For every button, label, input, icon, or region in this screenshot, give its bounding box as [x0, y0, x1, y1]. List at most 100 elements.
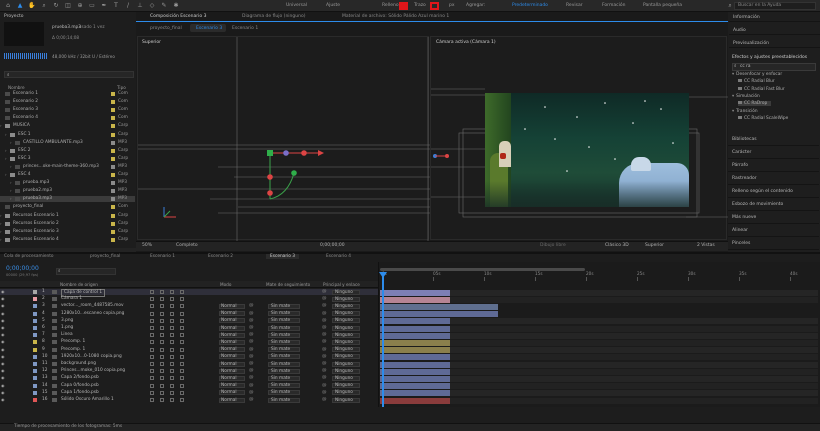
layer-duration-bar[interactable]: [380, 390, 450, 397]
project-item[interactable]: proyecto_final Com: [0, 204, 135, 210]
label-color-swatch[interactable]: [111, 229, 115, 234]
panel-item[interactable]: Carácter: [728, 147, 819, 159]
material-tab[interactable]: Material de archivo: Sólido Pálido Azul …: [342, 14, 449, 19]
project-item[interactable]: › Recursos Escenario 3 Carp: [0, 229, 135, 235]
panel-item[interactable]: Alinear: [728, 225, 819, 237]
comp-subtab-escenario-3[interactable]: Escenario 3: [196, 26, 222, 31]
timeline-tab[interactable]: Escenario 4: [326, 254, 351, 259]
effects-panel-title[interactable]: Efectos y ajustes preestablecidos: [732, 55, 807, 60]
home-icon[interactable]: ⌂: [4, 2, 12, 10]
ajuste-label[interactable]: Ajuste: [326, 3, 340, 8]
text-tool-icon[interactable]: T: [112, 2, 120, 10]
comp-timecode[interactable]: 0;00;00;00: [320, 243, 345, 248]
right-viewport[interactable]: Cámara activa (Cámara 1): [430, 36, 728, 240]
expand-arrow-icon[interactable]: ›: [10, 164, 12, 170]
expand-arrow-icon[interactable]: ›: [5, 148, 7, 154]
expand-arrow-icon[interactable]: ›: [10, 140, 12, 146]
project-item[interactable]: Escenario 1 Com: [0, 91, 135, 97]
label-color-swatch[interactable]: [111, 237, 115, 242]
zoom-tool-icon[interactable]: ⌕: [40, 2, 48, 10]
project-tab[interactable]: Proyecto: [4, 14, 24, 19]
selection-tool-icon[interactable]: ▲: [16, 2, 24, 10]
panel-previsualizacion[interactable]: Previsualización: [729, 40, 820, 48]
camera-tool-icon[interactable]: ◫: [64, 2, 72, 10]
expand-arrow-icon[interactable]: ›: [0, 213, 2, 219]
timeline-ruler[interactable]: 0s05s10s15s20s25s30s35s40s: [378, 271, 820, 281]
project-item[interactable]: › prueba3.mp3 MP3: [0, 196, 135, 203]
expand-arrow-icon[interactable]: ›: [0, 229, 2, 235]
effects-item[interactable]: CC Radial Blur: [738, 79, 775, 84]
label-color-swatch[interactable]: [111, 132, 115, 137]
expand-arrow-icon[interactable]: ›: [5, 172, 7, 178]
layer-duration-bar[interactable]: [380, 303, 498, 310]
project-col-type[interactable]: Tipo: [117, 85, 126, 90]
layer-duration-bar[interactable]: [380, 354, 450, 361]
panel-item[interactable]: Relleno según el contenido: [728, 186, 819, 198]
project-item[interactable]: › Recursos Escenario 1 Carp: [0, 213, 135, 219]
brush-tool-icon[interactable]: /: [124, 2, 132, 10]
effects-category[interactable]: ▾ Simulación: [732, 94, 760, 99]
help-search-input[interactable]: Buscar en la Ayuda: [738, 3, 781, 8]
col-parent[interactable]: Principal y enlace: [323, 282, 360, 287]
left-viewport[interactable]: Superior: [137, 36, 430, 241]
relleno-label[interactable]: Relleno: [382, 3, 399, 8]
project-item[interactable]: › princes...oke-main-theme-360.mp3 MP3: [0, 164, 135, 170]
label-color-swatch[interactable]: [111, 221, 115, 226]
renderer-select[interactable]: Clásico 3D: [605, 243, 629, 248]
label-color-swatch[interactable]: [111, 92, 115, 96]
project-item[interactable]: › prueba.mp3 MP3: [0, 180, 135, 186]
layer-duration-bar[interactable]: [380, 339, 450, 346]
effects-category[interactable]: ▾ Desenfocar y enfocar: [732, 72, 782, 77]
label-color-swatch[interactable]: [111, 100, 115, 105]
expand-arrow-icon[interactable]: ›: [0, 237, 2, 243]
flow-tab[interactable]: Diagrama de flujo (ninguno): [242, 14, 305, 19]
layer-duration-bar[interactable]: [380, 318, 450, 325]
stroke-color-swatch[interactable]: [430, 2, 439, 10]
label-color-swatch[interactable]: [111, 148, 115, 153]
col-track-matte[interactable]: Mate de seguimiento: [266, 282, 310, 287]
layer-duration-bar[interactable]: [380, 397, 450, 404]
roto-tool-icon[interactable]: ✎: [160, 2, 168, 10]
project-item[interactable]: › MUSICA Carp: [0, 123, 135, 129]
timeline-tab[interactable]: Escenario 2: [208, 254, 233, 259]
expand-arrow-icon[interactable]: ▾: [732, 94, 734, 99]
effects-item[interactable]: CC Radial Fast Blur: [738, 86, 785, 92]
panel-audio[interactable]: Audio: [729, 27, 820, 35]
project-item[interactable]: › Recursos Escenario 4 Carp: [0, 237, 135, 243]
timeline-tab[interactable]: proyecto_final: [90, 254, 120, 259]
comp-tab[interactable]: Composición Escenario 3: [150, 14, 206, 19]
trazo-label[interactable]: Trazo: [414, 3, 426, 8]
label-color-swatch[interactable]: [111, 156, 115, 161]
project-col-name[interactable]: Nombre: [8, 85, 25, 90]
expand-arrow-icon[interactable]: ›: [0, 123, 2, 129]
rotate-tool-icon[interactable]: ↻: [52, 2, 60, 10]
label-color-swatch[interactable]: [111, 164, 115, 169]
project-item[interactable]: Escenario 2 Com: [0, 99, 135, 105]
agregar-label[interactable]: Agregar:: [466, 3, 485, 8]
project-item[interactable]: Escenario 4 Com: [0, 115, 135, 121]
shape-tool-icon[interactable]: ▭: [88, 2, 96, 10]
zoom-select[interactable]: 50%: [142, 243, 152, 248]
timeline-tab[interactable]: Cola de procesamiento: [4, 254, 54, 259]
expand-arrow-icon[interactable]: ›: [0, 221, 2, 227]
panel-item[interactable]: Bibliotecas: [728, 134, 819, 146]
workspace-formacion[interactable]: Formación: [602, 3, 625, 8]
project-item[interactable]: Escenario 3 Com: [0, 107, 135, 113]
label-color-swatch[interactable]: [111, 173, 115, 177]
panel-item[interactable]: Rastreador: [728, 173, 819, 185]
workspace-revisar[interactable]: Revisar: [566, 3, 583, 8]
layer-duration-bar[interactable]: [380, 325, 450, 332]
project-item[interactable]: › CASTILLO AMBULANTE.mp3 MP3: [0, 140, 135, 146]
eraser-tool-icon[interactable]: ◇: [148, 2, 156, 10]
expand-arrow-icon[interactable]: ›: [5, 156, 7, 162]
timeline-tab[interactable]: Escenario 1: [150, 254, 175, 259]
label-color-swatch[interactable]: [111, 124, 115, 129]
layer-duration-bar[interactable]: [380, 296, 450, 303]
timeline-timecode[interactable]: 0;00;00;00: [6, 265, 39, 272]
comp-subtab-proyecto-final[interactable]: proyecto_final: [150, 26, 182, 31]
panel-item[interactable]: Pinceles: [728, 238, 819, 250]
resolution-select[interactable]: Completo: [176, 243, 198, 248]
panel-item[interactable]: Párrafo: [728, 160, 819, 172]
col-source-name[interactable]: Nombre de origen: [60, 282, 98, 287]
label-color-swatch[interactable]: [111, 213, 115, 218]
